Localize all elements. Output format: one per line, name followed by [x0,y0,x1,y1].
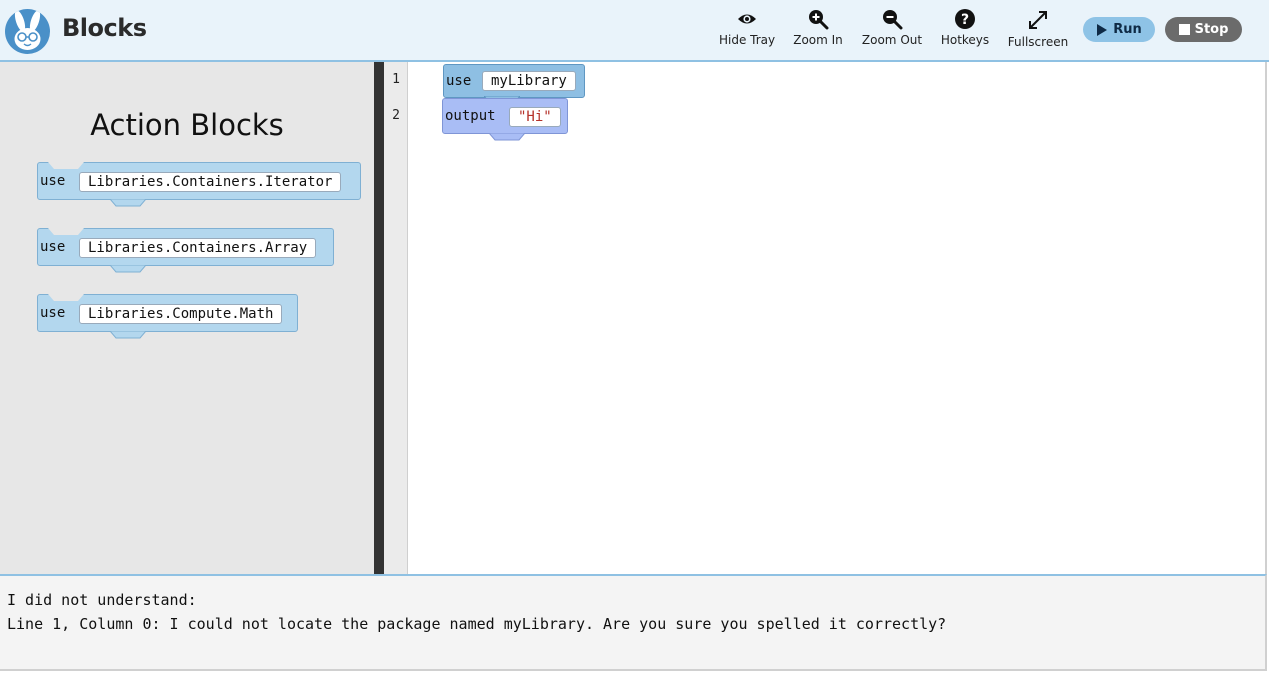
output-line: I did not understand: [7,591,197,609]
block-keyword: output [445,108,496,124]
block-notch [48,228,84,235]
block-tab [110,331,146,339]
block-tab [489,133,525,141]
code-editor[interactable]: use myLibrary output "Hi" [409,62,1267,574]
fullscreen-button[interactable]: Fullscreen [1006,8,1070,49]
line-number: 1 [392,72,400,87]
zoom-in-label: Zoom In [793,33,843,47]
question-icon: ? [955,9,975,29]
zoom-in-button[interactable]: Zoom In [792,8,844,47]
block-tab [110,265,146,273]
block-value-field[interactable]: Libraries.Containers.Array [79,238,317,258]
rabbit-logo-icon [5,9,50,54]
zoom-out-icon [883,10,903,30]
hotkeys-label: Hotkeys [940,33,990,47]
tray-title: Action Blocks [90,108,284,142]
block-tray: Action Blocks use Libraries.Containers.I… [0,62,374,574]
editor-block-use[interactable]: use myLibrary [443,64,585,104]
line-number: 2 [392,108,400,123]
hide-tray-button[interactable]: Hide Tray [719,8,775,47]
line-number-gutter: 1 2 [384,62,408,574]
hide-tray-label: Hide Tray [719,33,776,47]
zoom-out-label: Zoom Out [861,33,923,47]
block-keyword: use [40,239,66,255]
expand-icon [1029,11,1047,29]
tray-block-math[interactable]: use Libraries.Compute.Math [37,294,298,339]
block-notch [48,162,84,169]
block-notch [48,294,84,301]
zoom-in-icon [809,10,829,30]
run-label: Run [1113,22,1142,37]
stop-icon [1178,24,1190,35]
play-icon [1097,23,1108,36]
svg-text:?: ? [961,12,969,28]
tray-block-array[interactable]: use Libraries.Containers.Array [37,228,334,273]
app-title: Blocks [62,14,147,42]
block-keyword: use [40,173,66,189]
block-string-field[interactable]: "Hi" [509,107,561,127]
block-keyword: use [446,73,472,89]
run-button[interactable]: Run [1083,17,1155,42]
stop-label: Stop [1194,22,1229,37]
zoom-out-button[interactable]: Zoom Out [860,8,924,47]
eye-icon [738,14,756,24]
hotkeys-button[interactable]: ? Hotkeys [940,8,990,47]
output-line: Line 1, Column 0: I could not locate the… [7,615,947,633]
block-value-field[interactable]: myLibrary [482,71,576,91]
block-value-field[interactable]: Libraries.Containers.Iterator [79,172,342,192]
block-value-field[interactable]: Libraries.Compute.Math [79,304,283,324]
stop-button[interactable]: Stop [1165,17,1242,42]
block-tab [110,199,146,207]
editor-block-output[interactable]: output "Hi" [442,98,568,141]
output-console: I did not understand: Line 1, Column 0: I… [0,574,1267,671]
tray-splitter[interactable] [374,62,384,574]
tray-block-iterator[interactable]: use Libraries.Containers.Iterator [37,162,361,207]
block-keyword: use [40,305,66,321]
header-bar: Blocks Hide Tray Zoom In Zoom Out ? Hotk… [0,0,1269,62]
fullscreen-label: Fullscreen [1007,35,1069,49]
